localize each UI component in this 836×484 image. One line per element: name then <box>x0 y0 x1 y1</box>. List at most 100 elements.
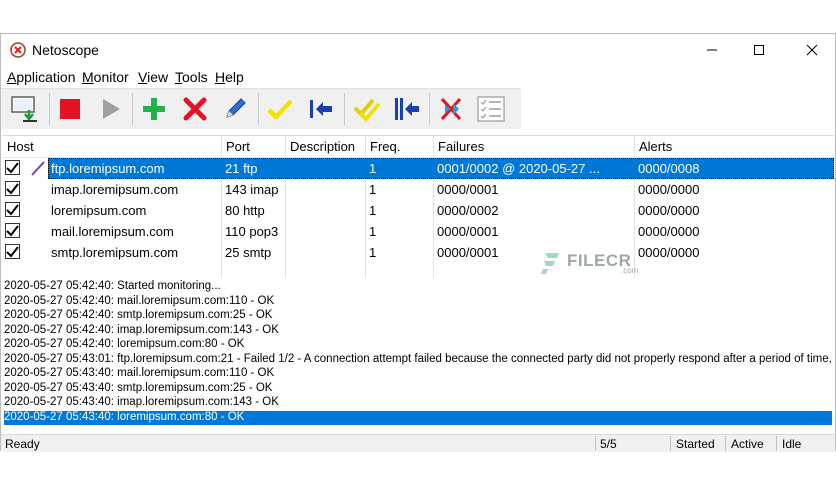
move-left-all-button[interactable] <box>391 93 423 125</box>
close-button[interactable] <box>789 34 835 66</box>
cell-port: 21 ftp <box>225 161 258 176</box>
cell-alerts: 0000/0008 <box>638 161 700 176</box>
cell-failures: 0000/0001 <box>437 245 499 260</box>
edit-icon <box>226 98 246 118</box>
row-checkbox[interactable] <box>5 181 20 196</box>
play-button[interactable] <box>95 93 127 125</box>
table-row[interactable]: smtp.loremipsum.com 25 smtp 1 0000/0001 … <box>2 242 834 263</box>
cell-freq: 1 <box>369 203 377 218</box>
delete-icon <box>183 97 207 121</box>
cell-failures: 0000/0001 <box>437 182 499 197</box>
check-icon <box>267 99 293 120</box>
table-row[interactable]: imap.loremipsum.com 143 imap 1 0000/0001… <box>2 179 834 200</box>
log-line[interactable]: 2020-05-27 05:43:40: mail.loremipsum.com… <box>4 367 832 381</box>
app-window: Netoscope Application Monitor View Tools… <box>0 33 836 452</box>
check-all-button[interactable] <box>351 93 383 125</box>
column-freq[interactable]: Freq. <box>370 139 400 154</box>
move-left-button[interactable] <box>305 93 337 125</box>
add-icon <box>143 98 165 120</box>
maximize-button[interactable] <box>736 34 782 66</box>
cell-host: mail.loremipsum.com <box>51 224 174 239</box>
cell-port: 80 http <box>225 203 265 218</box>
row-checkbox[interactable] <box>5 160 20 175</box>
menu-application[interactable]: Application <box>7 69 76 85</box>
log-line[interactable]: 2020-05-27 05:43:40: smtp.loremipsum.com… <box>4 382 832 396</box>
menu-bar: Application Monitor View Tools Help <box>1 67 835 87</box>
status-idle: Idle <box>782 437 802 451</box>
watermark: FILECR .com <box>537 247 657 279</box>
cell-freq: 1 <box>369 161 377 176</box>
row-checkbox[interactable] <box>5 202 20 217</box>
checkmark-icon <box>6 204 19 216</box>
import-button[interactable] <box>9 93 41 125</box>
clear-icon <box>440 97 462 121</box>
log-line[interactable]: 2020-05-27 05:43:01: ftp.loremipsum.com:… <box>4 353 832 367</box>
table-row[interactable]: ftp.loremipsum.com 21 ftp 1 0001/0002 @ … <box>2 158 834 179</box>
move-left-all-icon <box>395 98 419 120</box>
menu-monitor[interactable]: Monitor <box>82 69 129 85</box>
cell-failures: 0001/0002 @ 2020-05-27 ... <box>437 161 600 176</box>
list-button[interactable] <box>475 93 507 125</box>
cell-alerts: 0000/0000 <box>638 224 700 239</box>
checkmark-icon <box>6 183 19 195</box>
cell-failures: 0000/0002 <box>437 203 499 218</box>
cell-freq: 1 <box>369 182 377 197</box>
log-panel[interactable]: 2020-05-27 05:42:40: Started monitoring.… <box>2 278 834 433</box>
edit-pencil-icon <box>31 161 45 176</box>
checkmark-icon <box>6 162 19 174</box>
cell-host: ftp.loremipsum.com <box>51 161 165 176</box>
title-bar[interactable]: Netoscope <box>1 34 835 66</box>
cell-port: 143 imap <box>225 182 279 197</box>
table-row[interactable]: loremipsum.com 80 http 1 0000/0002 0000/… <box>2 200 834 221</box>
stop-button[interactable] <box>54 93 86 125</box>
log-line[interactable]: 2020-05-27 05:42:40: smtp.loremipsum.com… <box>4 309 832 323</box>
column-host[interactable]: Host <box>7 139 34 154</box>
host-grid: Host Port Description Freq. Failures Ale… <box>2 135 834 279</box>
clear-button[interactable] <box>435 93 467 125</box>
import-icon <box>11 96 37 122</box>
column-alerts[interactable]: Alerts <box>639 139 672 154</box>
row-checkbox[interactable] <box>5 244 20 259</box>
move-left-icon <box>310 100 332 118</box>
column-failures[interactable]: Failures <box>438 139 484 154</box>
column-description[interactable]: Description <box>290 139 355 154</box>
status-started: Started <box>676 437 715 451</box>
check-button[interactable] <box>264 93 296 125</box>
log-line[interactable]: 2020-05-27 05:42:40: imap.loremipsum.com… <box>4 324 832 338</box>
stop-icon <box>60 99 80 119</box>
table-row[interactable]: mail.loremipsum.com 110 pop3 1 0000/0001… <box>2 221 834 242</box>
column-port[interactable]: Port <box>226 139 250 154</box>
delete-host-button[interactable] <box>179 93 211 125</box>
status-bar: Ready 5/5 Started Active Idle <box>1 434 835 452</box>
window-title: Netoscope <box>32 42 99 58</box>
add-host-button[interactable] <box>138 93 170 125</box>
cell-port: 25 smtp <box>225 245 272 260</box>
log-line-selected[interactable]: 2020-05-27 05:43:40: loremipsum.com:80 -… <box>4 410 832 425</box>
log-line[interactable]: 2020-05-27 05:42:40: Started monitoring.… <box>4 280 832 294</box>
log-line[interactable]: 2020-05-27 05:42:40: mail.loremipsum.com… <box>4 295 832 309</box>
log-line[interactable]: 2020-05-27 05:43:40: imap.loremipsum.com… <box>4 396 832 410</box>
menu-tools[interactable]: Tools <box>175 69 208 85</box>
cell-port: 110 pop3 <box>225 224 279 239</box>
cell-freq: 1 <box>369 224 377 239</box>
filecr-logo-icon <box>541 253 559 274</box>
menu-help[interactable]: Help <box>215 69 244 85</box>
menu-view[interactable]: View <box>138 69 168 85</box>
cell-host: smtp.loremipsum.com <box>51 245 179 260</box>
checkmark-icon <box>6 246 19 258</box>
cell-alerts: 0000/0000 <box>638 182 700 197</box>
maximize-icon <box>754 45 764 55</box>
cell-failures: 0000/0001 <box>437 224 499 239</box>
checkmark-icon <box>6 225 19 237</box>
log-line[interactable]: 2020-05-27 05:42:40: loremipsum.com:80 -… <box>4 338 832 352</box>
edit-host-button[interactable] <box>219 93 251 125</box>
list-icon <box>477 96 505 122</box>
status-active: Active <box>731 437 764 451</box>
play-icon <box>103 99 120 119</box>
minimize-button[interactable] <box>689 34 735 66</box>
toolbar <box>1 88 521 129</box>
close-icon <box>806 44 818 56</box>
row-checkbox[interactable] <box>5 223 20 238</box>
status-count: 5/5 <box>600 437 617 451</box>
netoscope-logo-icon <box>10 42 26 58</box>
